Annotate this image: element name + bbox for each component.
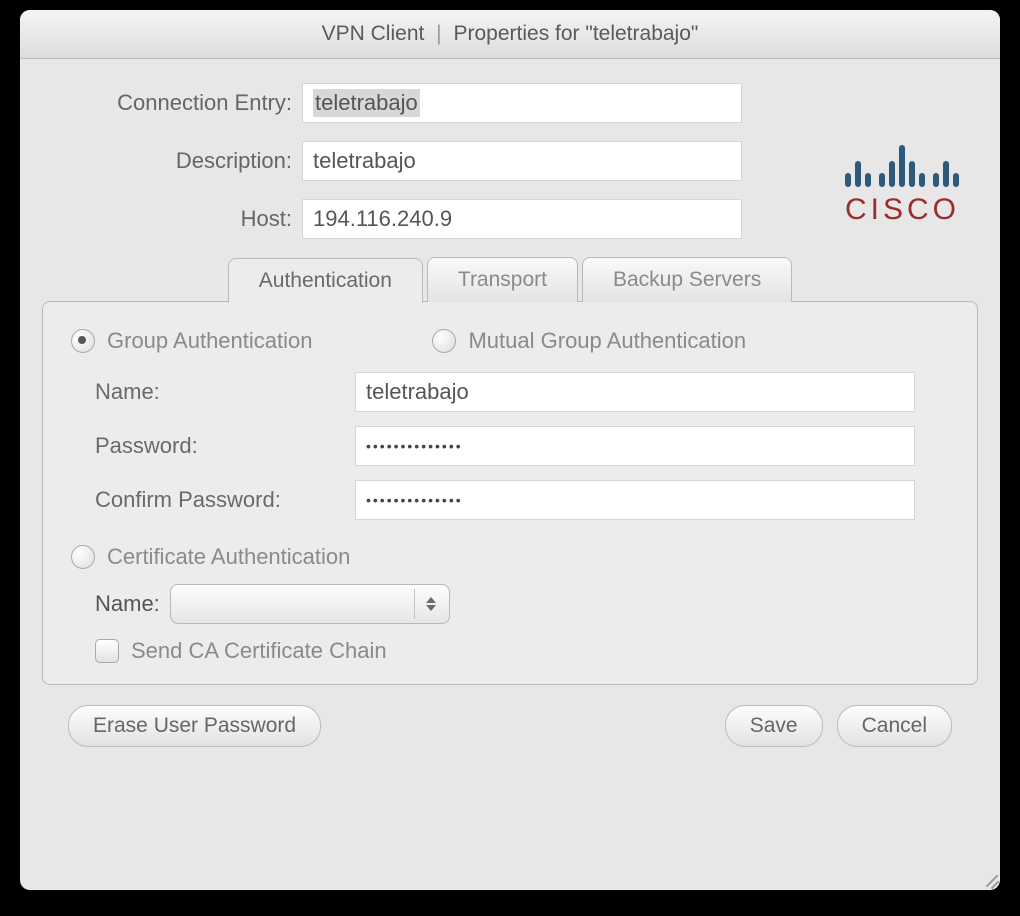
confirm-password-label: Confirm Password: (95, 487, 355, 513)
erase-password-button[interactable]: Erase User Password (68, 705, 321, 747)
group-auth-radio-item[interactable]: Group Authentication (71, 328, 312, 354)
password-value: •••••••••••••• (366, 438, 463, 454)
cert-auth-label: Certificate Authentication (107, 544, 350, 570)
host-row: Host: 194.116.240.9 (42, 199, 978, 239)
mutual-auth-radio[interactable] (432, 329, 456, 353)
bottom-button-bar: Erase User Password Save Cancel (42, 685, 978, 747)
group-auth-label: Group Authentication (107, 328, 312, 354)
host-value: 194.116.240.9 (313, 206, 452, 232)
description-label: Description: (42, 148, 302, 174)
description-value: teletrabajo (313, 148, 416, 174)
host-input[interactable]: 194.116.240.9 (302, 199, 742, 239)
vpn-properties-window: VPN Client | Properties for "teletrabajo… (20, 10, 1000, 890)
group-name-row: Name: teletrabajo (95, 372, 949, 412)
combo-stepper-icon[interactable] (414, 589, 443, 619)
save-button[interactable]: Save (725, 705, 823, 747)
description-row: Description: teletrabajo (42, 141, 978, 181)
tab-bar: Authentication Transport Backup Servers (42, 257, 978, 302)
password-label: Password: (95, 433, 355, 459)
cert-auth-radio-item[interactable]: Certificate Authentication (71, 544, 949, 570)
group-name-input[interactable]: teletrabajo (355, 372, 915, 412)
connection-entry-value: teletrabajo (313, 89, 420, 117)
title-props: Properties for "teletrabajo" (453, 22, 698, 45)
mutual-auth-label: Mutual Group Authentication (468, 328, 746, 354)
password-row: Password: •••••••••••••• (95, 426, 949, 466)
cert-name-label: Name: (95, 591, 160, 617)
tab-backup-servers[interactable]: Backup Servers (582, 257, 792, 302)
cancel-button[interactable]: Cancel (837, 705, 952, 747)
cisco-wordmark: CISCO (845, 193, 960, 227)
connection-entry-row: Connection Entry: teletrabajo (42, 83, 978, 123)
group-name-label: Name: (95, 379, 355, 405)
connection-entry-input[interactable]: teletrabajo (302, 83, 742, 123)
confirm-password-input[interactable]: •••••••••••••• (355, 480, 915, 520)
confirm-password-value: •••••••••••••• (366, 492, 463, 508)
connection-entry-label: Connection Entry: (42, 90, 302, 116)
group-name-value: teletrabajo (366, 379, 469, 405)
confirm-password-row: Confirm Password: •••••••••••••• (95, 480, 949, 520)
ca-chain-checkbox[interactable] (95, 639, 119, 663)
mutual-auth-radio-item[interactable]: Mutual Group Authentication (432, 328, 746, 354)
cert-name-combo[interactable] (170, 584, 450, 624)
resize-handle-icon[interactable] (980, 870, 998, 888)
cert-name-row: Name: (95, 584, 949, 624)
tab-authentication[interactable]: Authentication (228, 258, 423, 303)
title-bar: VPN Client | Properties for "teletrabajo… (20, 10, 1000, 59)
cisco-bars-icon (845, 139, 960, 187)
tab-transport[interactable]: Transport (427, 257, 578, 302)
ca-chain-label: Send CA Certificate Chain (131, 638, 387, 664)
certificate-section: Certificate Authentication Name: (71, 544, 949, 664)
tab-panel-authentication: Group Authentication Mutual Group Authen… (42, 301, 978, 685)
tabs-wrap: Authentication Transport Backup Servers … (42, 257, 978, 685)
group-auth-fields: Name: teletrabajo Password: ••••••••••••… (95, 372, 949, 520)
cert-auth-radio[interactable] (71, 545, 95, 569)
title-app: VPN Client (322, 22, 425, 45)
ca-chain-row[interactable]: Send CA Certificate Chain (95, 638, 949, 664)
description-input[interactable]: teletrabajo (302, 141, 742, 181)
auth-mode-row: Group Authentication Mutual Group Authen… (71, 328, 949, 354)
cisco-logo: CISCO (845, 139, 960, 227)
host-label: Host: (42, 206, 302, 232)
content-area: CISCO Connection Entry: teletrabajo Desc… (20, 59, 1000, 747)
title-separator: | (436, 22, 441, 45)
password-input[interactable]: •••••••••••••• (355, 426, 915, 466)
group-auth-radio[interactable] (71, 329, 95, 353)
